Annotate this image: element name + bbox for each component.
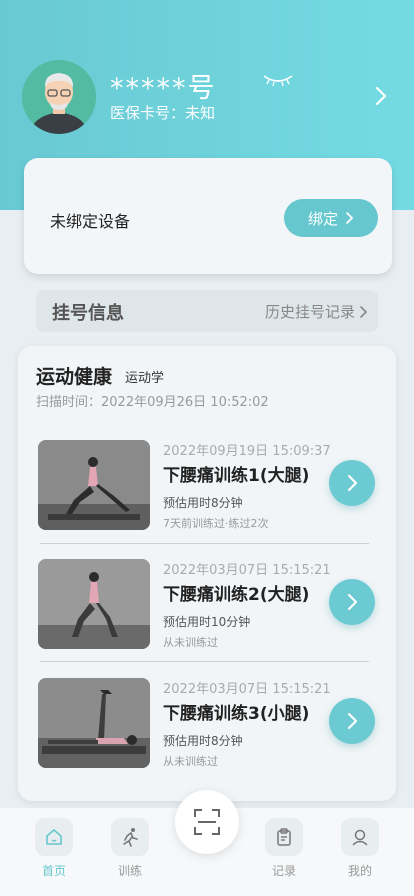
exercise-history: 从未训练过 [163, 755, 218, 768]
item-divider [40, 661, 369, 662]
exercise-item[interactable]: 2022年03月07日 15:15:21 下腰痛训练2(大腿) 预估用时10分钟… [36, 559, 378, 669]
exercise-estimate: 预估用时8分钟 [163, 496, 243, 510]
chevron-right-icon [360, 305, 368, 318]
exercise-thumbnail [38, 440, 150, 530]
avatar [22, 60, 96, 134]
exercise-history: 7天前训练过·练过2次 [163, 517, 269, 530]
scan-time: 扫描时间：2022年09月26日 10:52:02 [36, 395, 269, 410]
registration-title: 挂号信息 [52, 303, 124, 324]
exercise-item[interactable]: 2022年09月19日 15:09:37 下腰痛训练1(大腿) 预估用时8分钟 … [36, 440, 378, 550]
exercise-subtitle: 运动学 [125, 371, 165, 386]
exercise-name: 下腰痛训练1(大腿) [163, 466, 310, 486]
user-icon [341, 818, 379, 856]
exercise-history: 从未训练过 [163, 636, 218, 649]
start-exercise-button[interactable] [329, 698, 375, 744]
home-icon [35, 818, 73, 856]
device-card: 未绑定设备 绑定 [24, 158, 392, 274]
registration-history-link[interactable]: 历史挂号记录 [265, 301, 368, 322]
tab-training[interactable]: 训练 [100, 818, 160, 879]
exercise-name: 下腰痛训练3(小腿) [163, 704, 310, 724]
exercise-item[interactable]: 2022年03月07日 15:15:21 下腰痛训练3(小腿) 预估用时8分钟 … [36, 678, 378, 788]
running-icon [111, 818, 149, 856]
chevron-right-icon [347, 474, 358, 492]
exercise-time: 2022年03月07日 15:15:21 [163, 563, 331, 578]
tab-records[interactable]: 记录 [254, 818, 314, 879]
exercise-title: 运动健康 [36, 366, 113, 388]
patient-name: *****号 [110, 73, 217, 104]
tab-home[interactable]: 首页 [24, 818, 84, 879]
exercise-time: 2022年03月07日 15:15:21 [163, 682, 331, 697]
start-exercise-button[interactable] [329, 460, 375, 506]
chevron-right-icon[interactable] [372, 84, 390, 108]
chevron-right-icon [347, 712, 358, 730]
exercise-estimate: 预估用时8分钟 [163, 734, 243, 748]
tab-records-label: 记录 [271, 864, 296, 878]
bind-button-label: 绑定 [307, 209, 338, 228]
clipboard-icon [265, 818, 303, 856]
exercise-card: 运动健康 运动学 扫描时间：2022年09月26日 10:52:02 2022年… [18, 346, 396, 801]
registration-section: 挂号信息 历史挂号记录 [36, 290, 378, 332]
start-exercise-button[interactable] [329, 579, 375, 625]
insurance-card-label: 医保卡号：未知 [110, 104, 216, 122]
tab-profile[interactable]: 我的 [330, 818, 390, 879]
eye-closed-icon[interactable] [262, 70, 294, 88]
scan-button[interactable] [175, 790, 239, 854]
scan-icon [194, 809, 220, 835]
tab-home-label: 首页 [41, 864, 66, 878]
tab-profile-label: 我的 [347, 864, 372, 878]
exercise-estimate: 预估用时10分钟 [163, 615, 251, 629]
registration-history-label: 历史挂号记录 [264, 303, 355, 321]
tab-training-label: 训练 [117, 864, 142, 878]
exercise-time: 2022年09月19日 15:09:37 [163, 444, 331, 459]
bind-device-button[interactable]: 绑定 [284, 199, 378, 237]
exercise-name: 下腰痛训练2(大腿) [163, 585, 310, 605]
device-status: 未绑定设备 [50, 212, 131, 231]
chevron-right-icon [346, 212, 354, 224]
chevron-right-icon [347, 593, 358, 611]
item-divider [40, 543, 369, 544]
exercise-thumbnail [38, 678, 150, 768]
exercise-thumbnail [38, 559, 150, 649]
